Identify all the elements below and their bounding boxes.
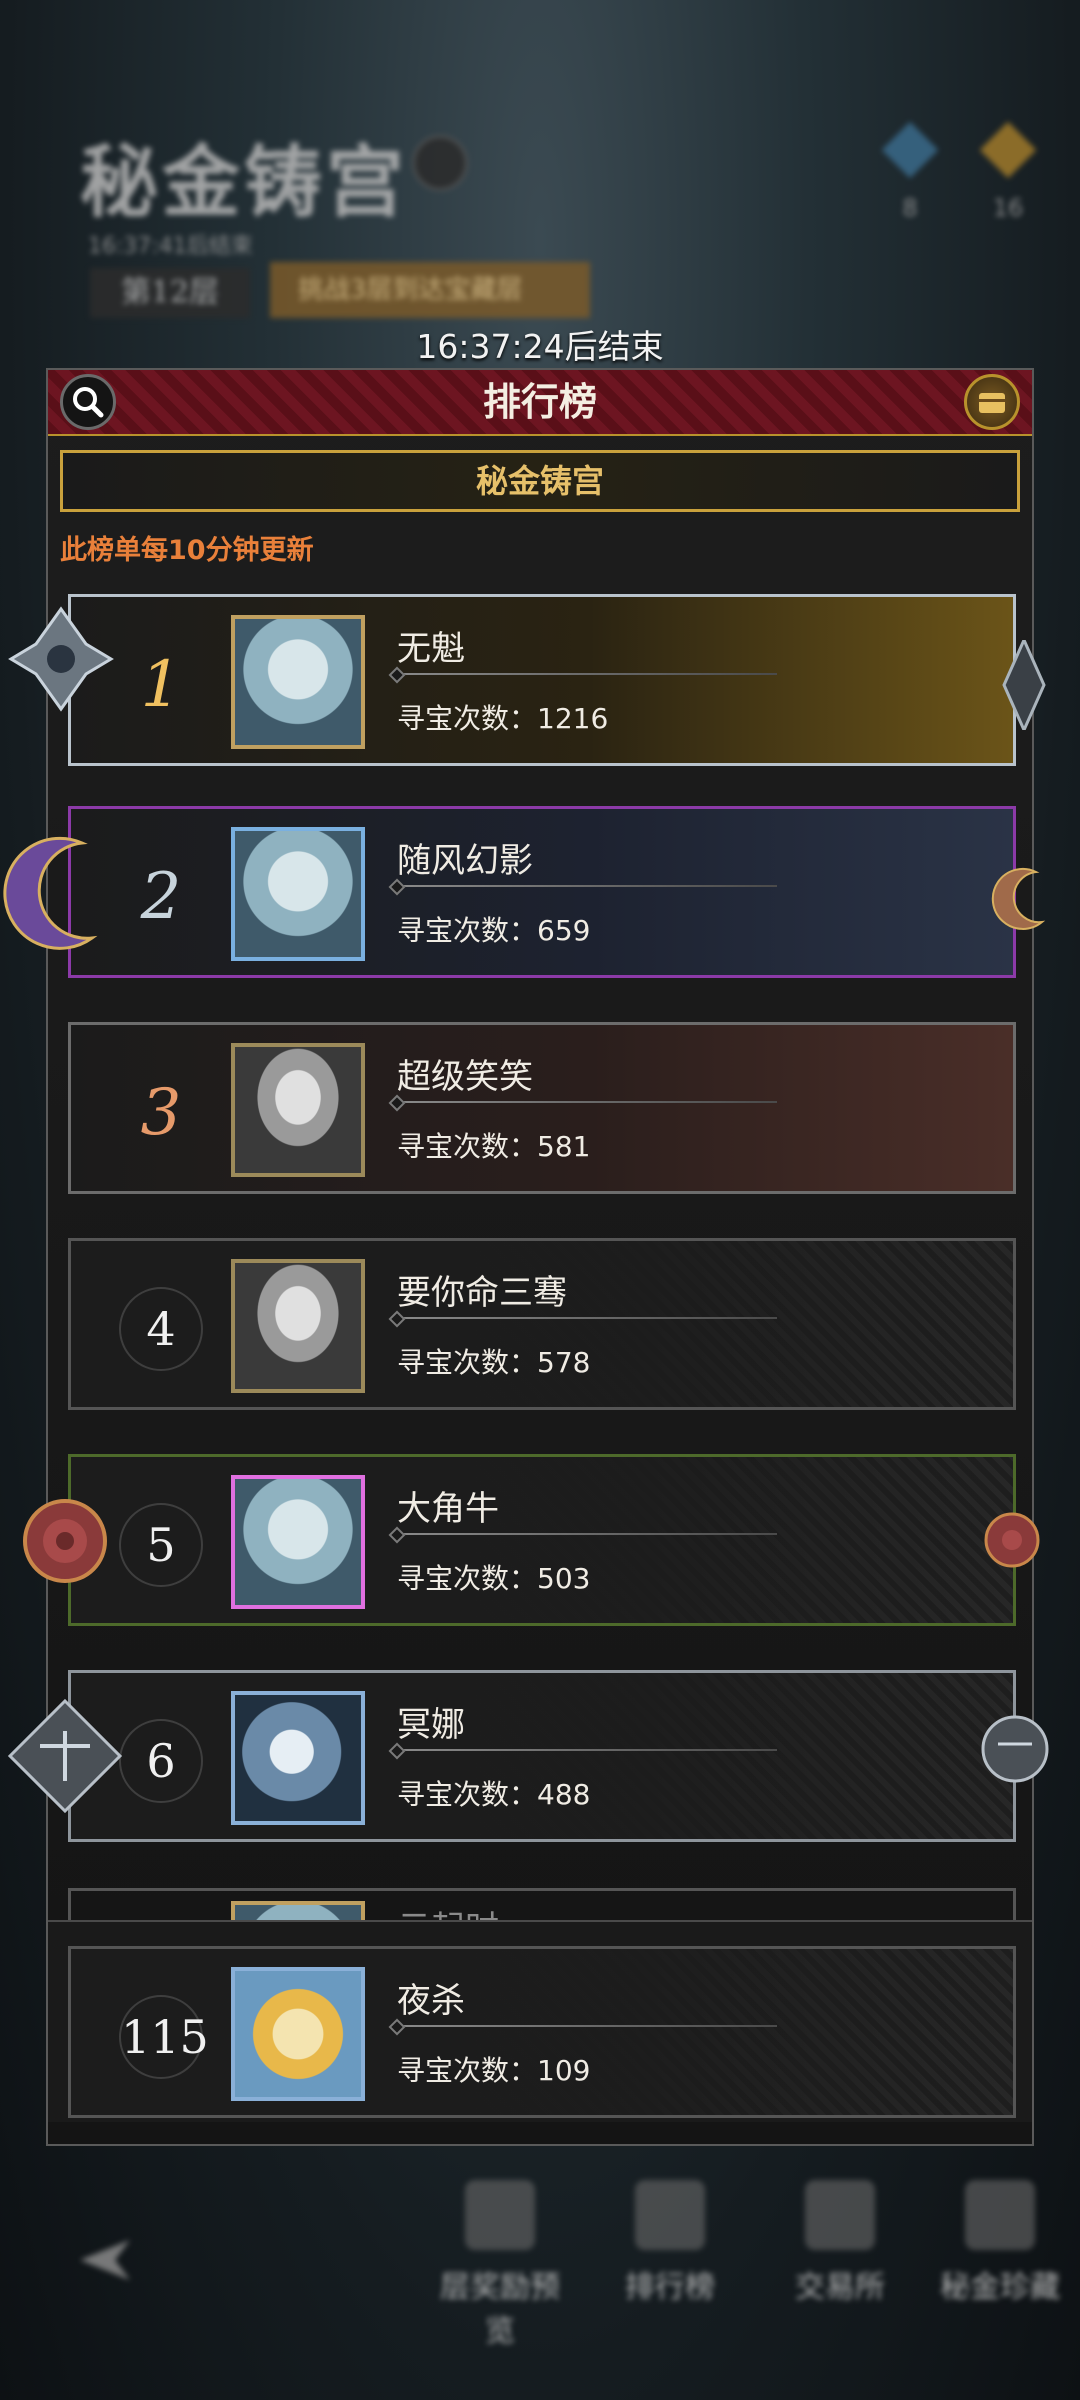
rose-emblem-icon <box>23 1499 107 1583</box>
divider <box>397 1317 777 1319</box>
resource-star: 16 <box>978 121 1038 230</box>
gold-star-icon <box>979 121 1037 179</box>
ranking-row-6[interactable]: 6 冥娜 寻宝次数：488 <box>68 1670 1016 1842</box>
event-countdown: 16:37:24后结束 <box>416 327 664 366</box>
resource-count: 8 <box>902 194 918 222</box>
divider <box>397 1101 777 1103</box>
tab-mijin-palace[interactable]: 秘金铸宫 <box>60 450 1020 512</box>
nav-label: 排行榜 <box>625 2270 715 2305</box>
treasure-count: 寻宝次数：488 <box>397 1778 591 1811</box>
floor-label: 第12层 <box>90 268 250 318</box>
ranking-row-2[interactable]: 2 随风幻影 寻宝次数：659 <box>68 806 1016 978</box>
background-title: 秘金铸宫 <box>80 137 409 228</box>
rank1-side-ornament-icon <box>1002 640 1046 730</box>
resource-crystal: 8 <box>880 121 940 230</box>
player-name: 无魁 <box>397 629 465 669</box>
rank-number: 5 <box>119 1503 203 1587</box>
player-name: 夜杀 <box>397 1981 465 2021</box>
chest-icon <box>979 393 1005 413</box>
rank1-emblem-icon <box>8 606 114 712</box>
nav-reward-preview[interactable]: 层奖励预览 <box>430 2180 570 2349</box>
treasure-count: 寻宝次数：109 <box>397 2054 591 2087</box>
ranking-row-1[interactable]: 1 无魁 寻宝次数：1216 <box>68 594 1016 766</box>
divider <box>397 1533 777 1535</box>
treasure-count: 寻宝次数：503 <box>397 1562 591 1595</box>
floor-tip: 挑战3层到达宝藏层 <box>270 262 590 318</box>
divider <box>397 2025 777 2027</box>
player-avatar <box>231 1691 365 1825</box>
crescent-moon-icon <box>3 836 98 950</box>
ranking-row-4[interactable]: 4 要你命三骞 寻宝次数：578 <box>68 1238 1016 1410</box>
update-note: 此榜单每10分钟更新 <box>60 535 314 566</box>
nav-exchange[interactable]: 交易所 <box>770 2180 910 2310</box>
my-ranking-section: 115 夜杀 寻宝次数：109 <box>48 1920 1032 2122</box>
search-icon <box>73 387 104 418</box>
player-name: 冥娜 <box>397 1705 465 1745</box>
divider <box>397 673 777 675</box>
background-timer: 16:37:41后结束 <box>88 234 253 259</box>
treasure-count: 寻宝次数：578 <box>397 1346 591 1379</box>
rose-ornament-icon <box>984 1512 1040 1568</box>
player-avatar <box>231 1043 365 1177</box>
rank-number: 4 <box>119 1287 203 1371</box>
player-name: 大角牛 <box>397 1489 499 1529</box>
reward-chest-button[interactable] <box>964 374 1020 430</box>
rank-number: 3 <box>140 1076 182 1150</box>
nav-label: 层奖励预览 <box>440 2270 560 2349</box>
ranking-row-5[interactable]: 5 大角牛 寻宝次数：503 <box>68 1454 1016 1626</box>
player-avatar <box>231 615 365 749</box>
panel-header: 排行榜 <box>48 370 1032 436</box>
background-search-icon <box>412 135 468 191</box>
scales-emblem-icon <box>7 1698 123 1814</box>
exchange-icon <box>805 2180 875 2250</box>
player-avatar <box>231 1967 365 2101</box>
rank-number: 115 <box>119 1995 209 2079</box>
player-avatar <box>231 1259 365 1393</box>
resource-count: 16 <box>992 194 1024 222</box>
rank-number: 2 <box>140 860 182 934</box>
divider <box>397 885 777 887</box>
my-ranking-row[interactable]: 115 夜杀 寻宝次数：109 <box>68 1946 1016 2118</box>
search-button[interactable] <box>60 374 116 430</box>
player-name: 超级笑笑 <box>397 1057 533 1097</box>
blue-crystal-icon <box>881 121 939 179</box>
nav-label: 交易所 <box>795 2270 885 2305</box>
nav-ranking[interactable]: 排行榜 <box>600 2180 740 2310</box>
moon-ornament-icon <box>991 867 1046 930</box>
rank-number: 1 <box>140 648 182 722</box>
player-avatar <box>231 1475 365 1609</box>
divider <box>397 1749 777 1751</box>
trophy-icon <box>635 2180 705 2250</box>
panel-title: 排行榜 <box>482 379 597 424</box>
treasure-count: 寻宝次数：1216 <box>397 702 609 735</box>
nav-treasure-collection[interactable]: 秘金珍藏 <box>930 2180 1070 2310</box>
ranking-panel: 排行榜 秘金铸宫 此榜单每10分钟更新 1 无魁 寻宝次数：1216 2 随风幻… <box>46 368 1034 2146</box>
back-arrow-icon[interactable] <box>60 2230 140 2290</box>
rank-number: 6 <box>119 1719 203 1803</box>
nav-label: 秘金珍藏 <box>940 2270 1060 2305</box>
ranking-row-3[interactable]: 3 超级笑笑 寻宝次数：581 <box>68 1022 1016 1194</box>
player-avatar <box>231 827 365 961</box>
player-name: 要你命三骞 <box>397 1273 567 1313</box>
reward-preview-icon <box>465 2180 535 2250</box>
treasure-count: 寻宝次数：659 <box>397 914 591 947</box>
scales-ornament-icon <box>981 1715 1049 1783</box>
treasure-collection-icon <box>965 2180 1035 2250</box>
player-name: 随风幻影 <box>397 841 533 881</box>
treasure-count: 寻宝次数：581 <box>397 1130 591 1163</box>
